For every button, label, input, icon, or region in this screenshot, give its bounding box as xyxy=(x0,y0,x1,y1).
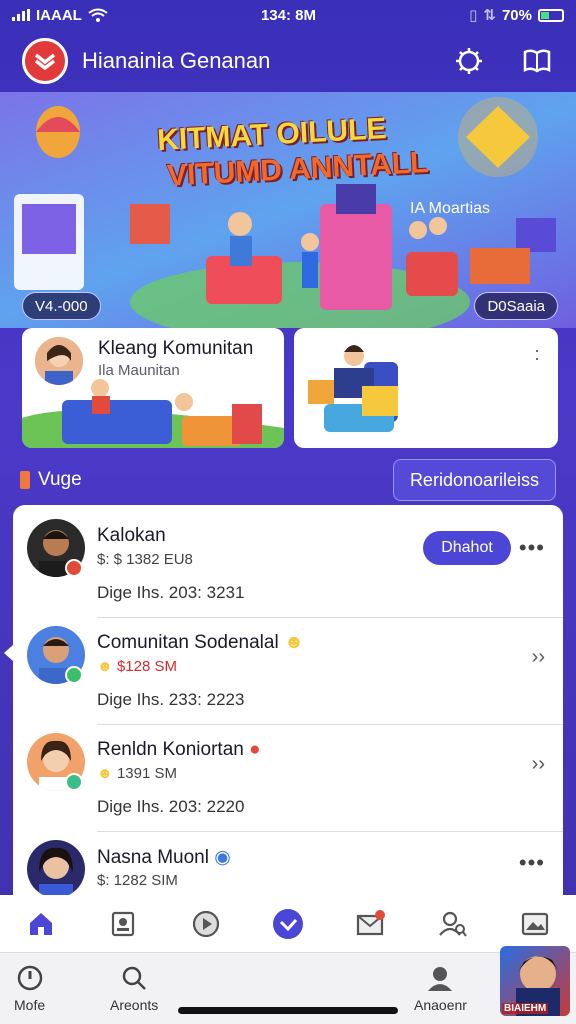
corner-avatar[interactable]: BIAIEHM xyxy=(500,946,570,1016)
search-icon xyxy=(122,966,147,990)
item-date: Dige Ihs. 203: 2220 xyxy=(97,797,245,816)
status-badge xyxy=(65,773,83,791)
tab-mail[interactable] xyxy=(350,904,390,944)
hero-pill-version[interactable]: V4.-000 xyxy=(22,292,101,320)
chevron-right-icon[interactable]: ›› xyxy=(532,646,545,669)
tab-home[interactable] xyxy=(21,904,61,944)
list-item[interactable]: Nasna Muonl ◉ $: 1282 SIM ••• xyxy=(13,832,563,895)
battery-icon xyxy=(537,8,564,22)
tab-profile-card[interactable] xyxy=(103,904,143,944)
drawer-handle-icon[interactable] xyxy=(4,645,13,661)
status-badge xyxy=(65,666,83,684)
coin-icon: ☻ xyxy=(97,658,113,675)
avatar xyxy=(27,840,85,895)
section-header: Vuge Reridonoarileiss xyxy=(0,455,576,505)
hero-title: KITMAT OILULE VITUMD ANNTALL xyxy=(156,112,430,193)
signal-icon xyxy=(12,9,30,21)
tab-media[interactable] xyxy=(515,904,555,944)
community-list: Kalokan $: $ 1382 EU8 Dige Ihs. 203: 323… xyxy=(13,505,563,895)
clock: 134: 8M xyxy=(260,6,316,24)
item-name: Comunitan Sodenalal ☻ xyxy=(97,632,304,653)
carrier-label: IAAAL xyxy=(36,6,82,24)
app-header: Hianainia Genanan xyxy=(0,30,576,92)
nav-item-areonts[interactable]: Areonts xyxy=(110,965,158,1013)
list-item[interactable]: Renldn Koniortan ● ☻ 1391 SM Dige Ihs. 2… xyxy=(13,725,563,832)
item-meta: $: 1282 SIM xyxy=(97,872,178,889)
battery-label: 70% xyxy=(501,6,532,24)
list-item[interactable]: Comunitan Sodenalal ☻ ☻ $128 SM Dige Ihs… xyxy=(13,618,563,725)
id-card-icon xyxy=(112,911,135,936)
emoji-icon: ☻ xyxy=(283,632,304,653)
book-icon[interactable] xyxy=(520,44,554,78)
chevron-right-icon[interactable]: ›› xyxy=(532,753,545,776)
home-indicator[interactable] xyxy=(178,1007,398,1014)
vibrate-icon: ▯ xyxy=(469,7,478,24)
bottom-tab-bar xyxy=(0,895,576,953)
item-meta: ☻ 1391 SM xyxy=(97,765,178,782)
item-name: Kalokan xyxy=(97,525,166,546)
flag-icon xyxy=(20,471,30,489)
item-meta: ☻ $128 SM xyxy=(97,658,178,675)
more-options-icon[interactable]: · · xyxy=(534,341,540,367)
hero-subtitle: IA Moartias xyxy=(410,200,491,217)
corner-caption: BIAIEHM xyxy=(502,1003,549,1014)
hero-banner[interactable]: KITMAT OILULE VITUMD ANNTALL IA Moartias… xyxy=(0,92,576,328)
card-illustration xyxy=(308,345,398,432)
section-label: Vuge xyxy=(20,469,82,491)
play-icon xyxy=(192,910,219,937)
more-options-icon[interactable]: ••• xyxy=(519,535,545,561)
nav-item-mofe[interactable]: Mofe xyxy=(14,965,45,1013)
nav-item-anaoenr[interactable]: Anaoenr xyxy=(414,965,467,1013)
status-bar: IAAAL 134: 8M ▯ ⇅ 70% xyxy=(0,0,576,30)
hero-pill-right[interactable]: D0Saaia xyxy=(474,292,558,320)
home-icon xyxy=(30,912,53,935)
card-illustration xyxy=(22,379,284,448)
app-title: Hianainia Genanan xyxy=(82,48,271,73)
item-date: Dige Ihs. 203: 3231 xyxy=(97,583,245,602)
app-logo[interactable] xyxy=(22,38,68,84)
list-item[interactable]: Kalokan $: $ 1382 EU8 Dige Ihs. 203: 323… xyxy=(13,511,563,618)
apple-icon: ● xyxy=(249,739,261,760)
community-card-2[interactable]: · · xyxy=(294,328,558,448)
mail-icon xyxy=(357,909,386,935)
community-card-1[interactable]: Kleang Komunitan Ila Maunitan xyxy=(22,328,284,448)
tab-search-people[interactable] xyxy=(433,904,473,944)
image-icon xyxy=(521,912,548,935)
person-search-icon xyxy=(438,911,467,937)
status-badge xyxy=(65,559,83,577)
item-meta: $: $ 1382 EU8 xyxy=(97,551,193,568)
user-icon xyxy=(428,967,453,991)
item-date: Dige Ihs. 233: 2223 xyxy=(97,690,245,709)
shield-icon xyxy=(17,965,42,991)
item-name: Nasna Muonl ◉ xyxy=(97,847,231,868)
data-icon: ⇅ xyxy=(483,7,496,24)
join-button[interactable]: Dhahot xyxy=(423,531,511,565)
wifi-icon xyxy=(88,8,108,22)
tab-check[interactable] xyxy=(268,904,308,944)
item-name: Renldn Koniortan ● xyxy=(97,739,261,760)
check-circle-icon xyxy=(272,908,303,939)
tab-play[interactable] xyxy=(186,904,226,944)
verified-icon: ◉ xyxy=(214,847,231,868)
settings-gear-icon[interactable] xyxy=(452,44,486,78)
coin-icon: ☻ xyxy=(97,765,113,782)
more-options-icon[interactable]: ••• xyxy=(519,850,545,876)
recommend-button[interactable]: Reridonoarileiss xyxy=(392,459,556,501)
